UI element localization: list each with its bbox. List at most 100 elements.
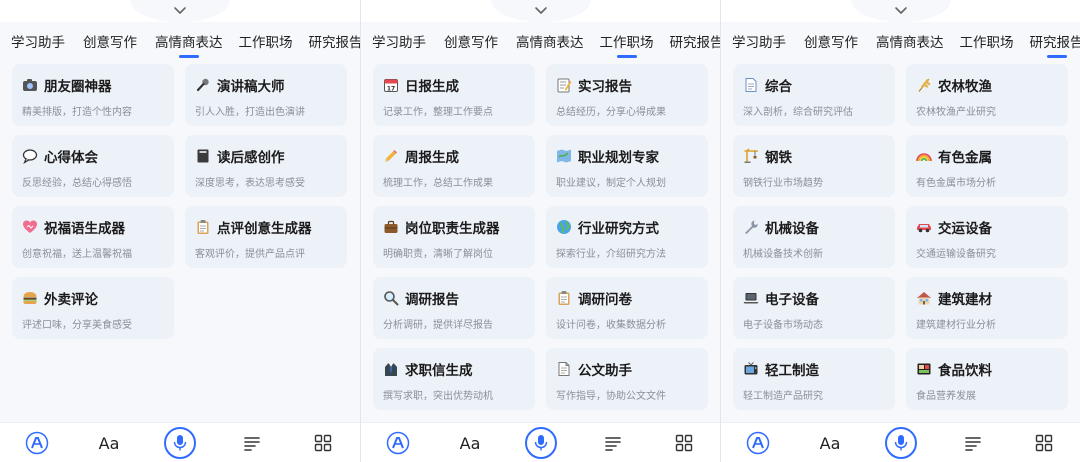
tool-card[interactable]: 农林牧渔 农林牧渔产业研究 — [906, 64, 1068, 126]
grid-icon[interactable] — [307, 427, 339, 459]
memo-icon — [556, 77, 572, 93]
tab-workplace[interactable]: 工作职场 — [960, 30, 1014, 58]
card-subtitle: 机械设备技术创新 — [743, 249, 823, 260]
card-title: 实习报告 — [578, 79, 632, 95]
tab-eq-expression[interactable]: 高情商表达 — [516, 30, 584, 58]
tool-card[interactable]: 演讲稿大师 引人入胜，打造出色演讲 — [185, 64, 347, 126]
card-title: 轻工制造 — [765, 363, 819, 379]
bottom-toolbar: Aa — [0, 422, 360, 462]
card-title: 有色金属 — [938, 150, 992, 166]
tool-card[interactable]: 心得体会 反思经验，总结心得感悟 — [12, 135, 174, 197]
tool-card[interactable]: 17 日报生成 记录工作，整理工作要点 — [373, 64, 535, 126]
microphone-icon — [195, 77, 211, 93]
card-title: 职业规划专家 — [578, 150, 659, 166]
collapse-chevron-icon[interactable] — [172, 4, 188, 16]
house-icon — [916, 290, 932, 306]
tab-creative-writing[interactable]: 创意写作 — [804, 30, 858, 58]
screenshot-composite: 学习助手 创意写作 高情商表达 工作职场 研究报告 朋友圈神器 精美排版，打造个… — [0, 0, 1080, 462]
card-title: 公文助手 — [578, 363, 632, 379]
tab-study-assistant[interactable]: 学习助手 — [372, 30, 426, 58]
card-title: 外卖评论 — [44, 292, 98, 308]
tab-eq-expression[interactable]: 高情商表达 — [876, 30, 944, 58]
bottom-toolbar: Aa — [361, 422, 720, 462]
tab-workplace[interactable]: 工作职场 — [600, 30, 654, 58]
tool-card[interactable]: 周报生成 梳理工作，总结工作成果 — [373, 135, 535, 197]
tool-card[interactable]: 综合 深入剖析，综合研究评估 — [733, 64, 895, 126]
suit-icon — [383, 361, 399, 377]
font-icon[interactable]: Aa — [814, 427, 846, 459]
tool-card[interactable]: 机械设备 机械设备技术创新 — [733, 206, 895, 268]
tool-card[interactable]: 求职信生成 撰写求职，突出优势动机 — [373, 348, 535, 410]
tool-card[interactable]: 祝福语生成器 创意祝福，送上温馨祝福 — [12, 206, 174, 268]
tool-card[interactable]: 交运设备 交通运输设备研究 — [906, 206, 1068, 268]
tool-card[interactable]: 调研问卷 设计问卷，收集数据分析 — [546, 277, 708, 339]
car-icon — [916, 219, 932, 235]
tool-card[interactable]: 食品饮料 食品营养发展 — [906, 348, 1068, 410]
tool-grid: 综合 深入剖析，综合研究评估 农林牧渔 农林牧渔产业研究 钢铁 钢铁行业市场趋势… — [733, 64, 1071, 410]
card-title: 调研问卷 — [578, 292, 632, 308]
card-title: 日报生成 — [405, 79, 459, 95]
microphone-icon[interactable] — [164, 427, 196, 459]
app-logo-icon[interactable] — [21, 427, 53, 459]
tab-eq-expression[interactable]: 高情商表达 — [155, 30, 223, 58]
tool-card[interactable]: 钢铁 钢铁行业市场趋势 — [733, 135, 895, 197]
map-icon — [556, 148, 572, 164]
card-subtitle: 有色金属市场分析 — [916, 178, 996, 189]
collapse-chevron-icon[interactable] — [893, 4, 909, 16]
app-logo-icon[interactable] — [382, 427, 414, 459]
tool-card[interactable]: 建筑建材 建筑建材行业分析 — [906, 277, 1068, 339]
card-title: 农林牧渔 — [938, 79, 992, 95]
tool-card[interactable]: 调研报告 分析调研，提供详尽报告 — [373, 277, 535, 339]
tool-card[interactable]: 公文助手 写作指导，协助公文文件 — [546, 348, 708, 410]
tab-creative-writing[interactable]: 创意写作 — [444, 30, 498, 58]
laptop-icon — [743, 290, 759, 306]
card-subtitle: 探索行业，介绍研究方法 — [556, 249, 666, 260]
tab-study-assistant[interactable]: 学习助手 — [11, 30, 65, 58]
text-lines-icon[interactable] — [597, 427, 629, 459]
bento-icon — [916, 361, 932, 377]
tab-workplace[interactable]: 工作职场 — [239, 30, 293, 58]
card-subtitle: 轻工制造产品研究 — [743, 391, 823, 402]
page-icon — [743, 77, 759, 93]
panel-2: 学习助手 创意写作 高情商表达 工作职场 研究报告 17 日报生成 记录工作，整理… — [360, 0, 720, 462]
tool-card[interactable]: 电子设备 电子设备市场动态 — [733, 277, 895, 339]
card-subtitle: 钢铁行业市场趋势 — [743, 178, 823, 189]
globe-icon — [556, 219, 572, 235]
text-lines-icon[interactable] — [236, 427, 268, 459]
tab-creative-writing[interactable]: 创意写作 — [83, 30, 137, 58]
tool-grid: 17 日报生成 记录工作，整理工作要点 实习报告 总结经历，分享心得成果 周报生成… — [373, 64, 711, 410]
tool-card[interactable]: 行业研究方式 探索行业，介绍研究方法 — [546, 206, 708, 268]
card-title: 食品饮料 — [938, 363, 992, 379]
tool-card[interactable]: 朋友圈神器 精美排版，打造个性内容 — [12, 64, 174, 126]
tool-card[interactable]: 实习报告 总结经历，分享心得成果 — [546, 64, 708, 126]
card-subtitle: 客观评价，提供产品点评 — [195, 249, 305, 260]
microphone-icon[interactable] — [525, 427, 557, 459]
tool-card[interactable]: 读后感创作 深度思考，表达思考感受 — [185, 135, 347, 197]
grid-icon[interactable] — [1028, 427, 1060, 459]
text-lines-icon[interactable] — [957, 427, 989, 459]
tab-research-report[interactable]: 研究报告 — [670, 30, 721, 58]
tab-research-report[interactable]: 研究报告 — [309, 30, 361, 58]
card-subtitle: 创意祝福，送上温馨祝福 — [22, 249, 132, 260]
card-title: 周报生成 — [405, 150, 459, 166]
tab-research-report[interactable]: 研究报告 — [1030, 30, 1080, 58]
microphone-icon[interactable] — [885, 427, 917, 459]
font-icon[interactable]: Aa — [93, 427, 125, 459]
tool-card[interactable]: 职业规划专家 职业建议，制定个人规划 — [546, 135, 708, 197]
tool-card[interactable]: 有色金属 有色金属市场分析 — [906, 135, 1068, 197]
collapse-chevron-icon[interactable] — [533, 4, 549, 16]
camera-icon — [22, 77, 38, 93]
tab-study-assistant[interactable]: 学习助手 — [732, 30, 786, 58]
notebook-icon — [195, 148, 211, 164]
grid-icon[interactable] — [668, 427, 700, 459]
card-subtitle: 记录工作，整理工作要点 — [383, 107, 493, 118]
tool-card[interactable]: 轻工制造 轻工制造产品研究 — [733, 348, 895, 410]
panel-1: 学习助手 创意写作 高情商表达 工作职场 研究报告 朋友圈神器 精美排版，打造个… — [0, 0, 360, 462]
tool-card[interactable]: 岗位职责生成器 明确职责，清晰了解岗位 — [373, 206, 535, 268]
card-subtitle: 深度思考，表达思考感受 — [195, 178, 305, 189]
tool-card[interactable]: 外卖评论 评述口味，分享美食感受 — [12, 277, 174, 339]
font-icon[interactable]: Aa — [454, 427, 486, 459]
app-logo-icon[interactable] — [742, 427, 774, 459]
card-title: 心得体会 — [44, 150, 98, 166]
tool-card[interactable]: 点评创意生成器 客观评价，提供产品点评 — [185, 206, 347, 268]
